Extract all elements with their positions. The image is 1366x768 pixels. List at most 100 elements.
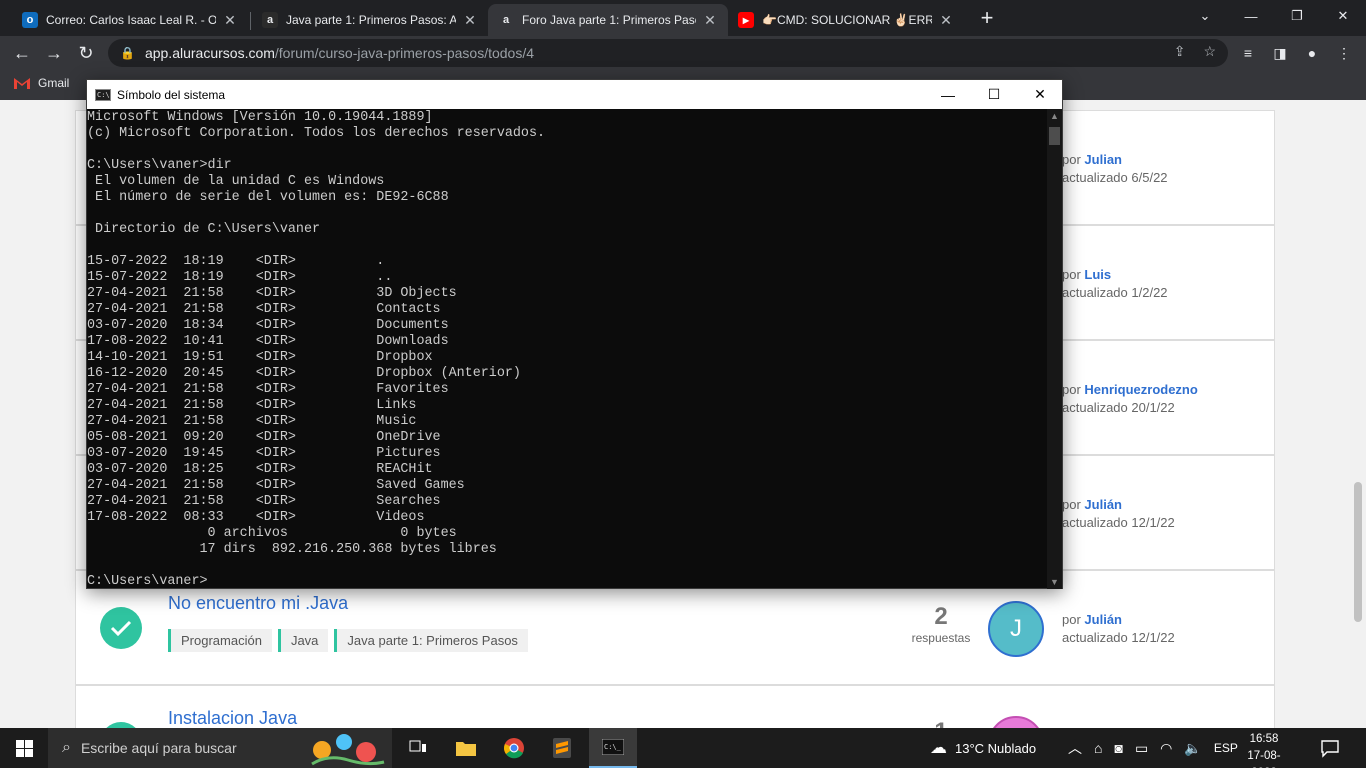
tab-search-icon[interactable]: ⌄ [1182, 0, 1228, 32]
topic-title[interactable]: Instalacion Java [168, 708, 297, 728]
battery-icon[interactable]: ▭ [1135, 740, 1148, 757]
answer-count: 1 [906, 718, 976, 728]
cmd-maximize-icon[interactable]: ☐ [971, 80, 1017, 109]
language-indicator[interactable]: ESP [1214, 741, 1238, 755]
scroll-up-icon[interactable]: ▲ [1047, 111, 1062, 121]
tag-subcategory[interactable]: Java [277, 629, 329, 652]
avatar[interactable]: J [988, 601, 1044, 657]
forward-button[interactable]: → [40, 39, 68, 67]
media-control-icon[interactable]: ≡ [1236, 42, 1260, 64]
close-icon[interactable]: ✕ [702, 12, 718, 29]
task-view-icon[interactable] [394, 728, 442, 768]
file-explorer-icon[interactable] [442, 728, 490, 768]
close-icon[interactable]: ✕ [222, 12, 238, 29]
volume-icon[interactable]: 🔈 [1184, 740, 1201, 757]
tab-title: Correo: Carlos Isaac Leal R. - Outlook [46, 13, 216, 27]
scrollbar-thumb[interactable] [1354, 482, 1362, 622]
share-icon[interactable]: ⇪ [1174, 43, 1186, 60]
page-scrollbar[interactable] [1350, 100, 1366, 728]
answer-count: 2 respuestas [911, 603, 971, 645]
weather-widget[interactable]: ☁ 13°C Nublado [930, 728, 1036, 768]
menu-icon[interactable]: ⋮ [1332, 42, 1356, 64]
tag-category[interactable]: Programación [168, 629, 272, 652]
topic-title[interactable]: No encuentro mi .Java [168, 593, 348, 614]
tag-course[interactable]: Java parte 1: Primeros Pasos [334, 629, 528, 652]
cmd-line: 14-10-2021 19:51 <DIR> Dropbox [87, 350, 433, 365]
address-bar[interactable]: 🔒 app.aluracursos.com/forum/curso-java-p… [108, 39, 1228, 67]
cmd-title: Símbolo del sistema [117, 87, 226, 102]
topic-author[interactable]: Julián [1084, 612, 1122, 627]
close-window-icon[interactable]: ✕ [1320, 0, 1366, 32]
cmd-output[interactable]: Microsoft Windows [Versión 10.0.19044.18… [87, 109, 1047, 589]
restore-icon[interactable]: ❐ [1274, 0, 1320, 32]
start-button[interactable] [0, 728, 48, 768]
sublime-text-icon[interactable] [538, 728, 586, 768]
cmd-line [87, 142, 1047, 158]
browser-tab-strip: o Correo: Carlos Isaac Leal R. - Outlook… [0, 0, 1366, 36]
cmd-line: 03-07-2020 18:25 <DIR> REACHit [87, 462, 433, 477]
search-placeholder: Escribe aquí para buscar [80, 740, 237, 756]
cmd-line: 15-07-2022 18:19 <DIR> .. [87, 270, 393, 285]
back-button[interactable]: ← [8, 39, 36, 67]
gmail-icon [14, 78, 30, 89]
close-icon[interactable]: ✕ [462, 12, 478, 29]
topic-meta: por Julian actualizado 6/5/22 [1062, 152, 1168, 185]
alura-icon: a [262, 12, 278, 28]
camera-icon[interactable]: ◙ [1114, 740, 1122, 756]
meet-now-icon[interactable]: ⌂ [1094, 740, 1102, 756]
taskbar-search[interactable]: ⌕ Escribe aquí para buscar [48, 728, 392, 768]
tab-youtube[interactable]: ▶ 👉🏻CMD: SOLUCIONAR ✌🏻ERROR ✕ [728, 4, 964, 36]
outlook-icon: o [22, 12, 38, 28]
reload-button[interactable]: ↻ [72, 39, 100, 67]
cmd-line: 17-08-2022 10:41 <DIR> Downloads [87, 334, 449, 349]
scroll-down-icon[interactable]: ▼ [1047, 577, 1062, 587]
tab-alura-aula[interactable]: a Java parte 1: Primeros Pasos: Aula ✕ [252, 4, 488, 36]
bookmark-label: Gmail [38, 76, 70, 90]
cmd-line: C:\Users\vaner> [87, 574, 208, 589]
tab-separator [250, 12, 251, 30]
cmd-line: 0 archivos 0 bytes [87, 526, 457, 541]
windows-logo-icon [15, 739, 33, 757]
topic-author[interactable]: Luis [1084, 267, 1111, 282]
cmd-line: 27-04-2021 21:58 <DIR> Searches [87, 494, 441, 509]
svg-text:C:\_: C:\_ [604, 743, 622, 751]
cmd-scroll-thumb[interactable] [1049, 127, 1060, 145]
tab-outlook[interactable]: o Correo: Carlos Isaac Leal R. - Outlook… [12, 4, 248, 36]
topic-tags: Programación Java Java parte 1: Primeros… [168, 629, 528, 652]
cmd-close-icon[interactable]: ✕ [1017, 80, 1063, 109]
cmd-line: 27-04-2021 21:58 <DIR> Contacts [87, 302, 441, 317]
cmd-window[interactable]: C:\ Símbolo del sistema — ☐ ✕ Microsoft … [86, 79, 1063, 589]
notification-icon[interactable] [1320, 738, 1340, 758]
cmd-scrollbar[interactable]: ▲ ▼ [1047, 109, 1062, 589]
topic-author[interactable]: Julián [1084, 497, 1122, 512]
profile-icon[interactable]: ● [1300, 42, 1324, 64]
chevron-up-icon[interactable]: ︿ [1068, 738, 1082, 758]
topic-row[interactable]: Instalacion Java 1 [75, 685, 1275, 728]
side-panel-icon[interactable]: ◨ [1268, 42, 1292, 64]
cmd-minimize-icon[interactable]: — [925, 80, 971, 109]
minimize-icon[interactable]: — [1228, 0, 1274, 32]
taskbar-clock[interactable]: 16:58 17-08-2022 [1236, 731, 1292, 768]
cmd-line: 27-04-2021 21:58 <DIR> Links [87, 398, 417, 413]
cmd-titlebar[interactable]: C:\ Símbolo del sistema — ☐ ✕ [87, 80, 1062, 109]
topic-meta: por Julián actualizado 12/1/22 [1062, 612, 1175, 645]
url-host: app.aluracursos.com [144, 45, 275, 61]
cmd-line [87, 558, 1047, 574]
tab-title: 👉🏻CMD: SOLUCIONAR ✌🏻ERROR [762, 13, 932, 27]
topic-author[interactable]: Julian [1084, 152, 1122, 167]
cmd-line: 27-04-2021 21:58 <DIR> Music [87, 414, 417, 429]
cmd-taskbar-icon[interactable]: C:\_ [589, 728, 637, 768]
url-path: /forum/curso-java-primeros-pasos/todos/4 [274, 45, 535, 61]
cloud-icon: ☁ [930, 738, 947, 757]
topic-author[interactable]: Henriquezrodezno [1084, 382, 1197, 397]
avatar[interactable] [988, 716, 1044, 728]
new-tab-button[interactable]: + [977, 6, 997, 30]
cmd-line: 27-04-2021 21:58 <DIR> Favorites [87, 382, 449, 397]
bookmark-gmail[interactable]: Gmail [14, 76, 69, 90]
wifi-icon[interactable]: ◠ [1160, 740, 1172, 757]
bookmark-star-icon[interactable]: ☆ [1203, 43, 1216, 60]
chrome-icon[interactable] [490, 728, 538, 768]
tab-alura-foro[interactable]: a Foro Java parte 1: Primeros Pasos ✕ [488, 4, 728, 36]
close-icon[interactable]: ✕ [938, 12, 954, 29]
cmd-line: 27-04-2021 21:58 <DIR> Saved Games [87, 478, 465, 493]
